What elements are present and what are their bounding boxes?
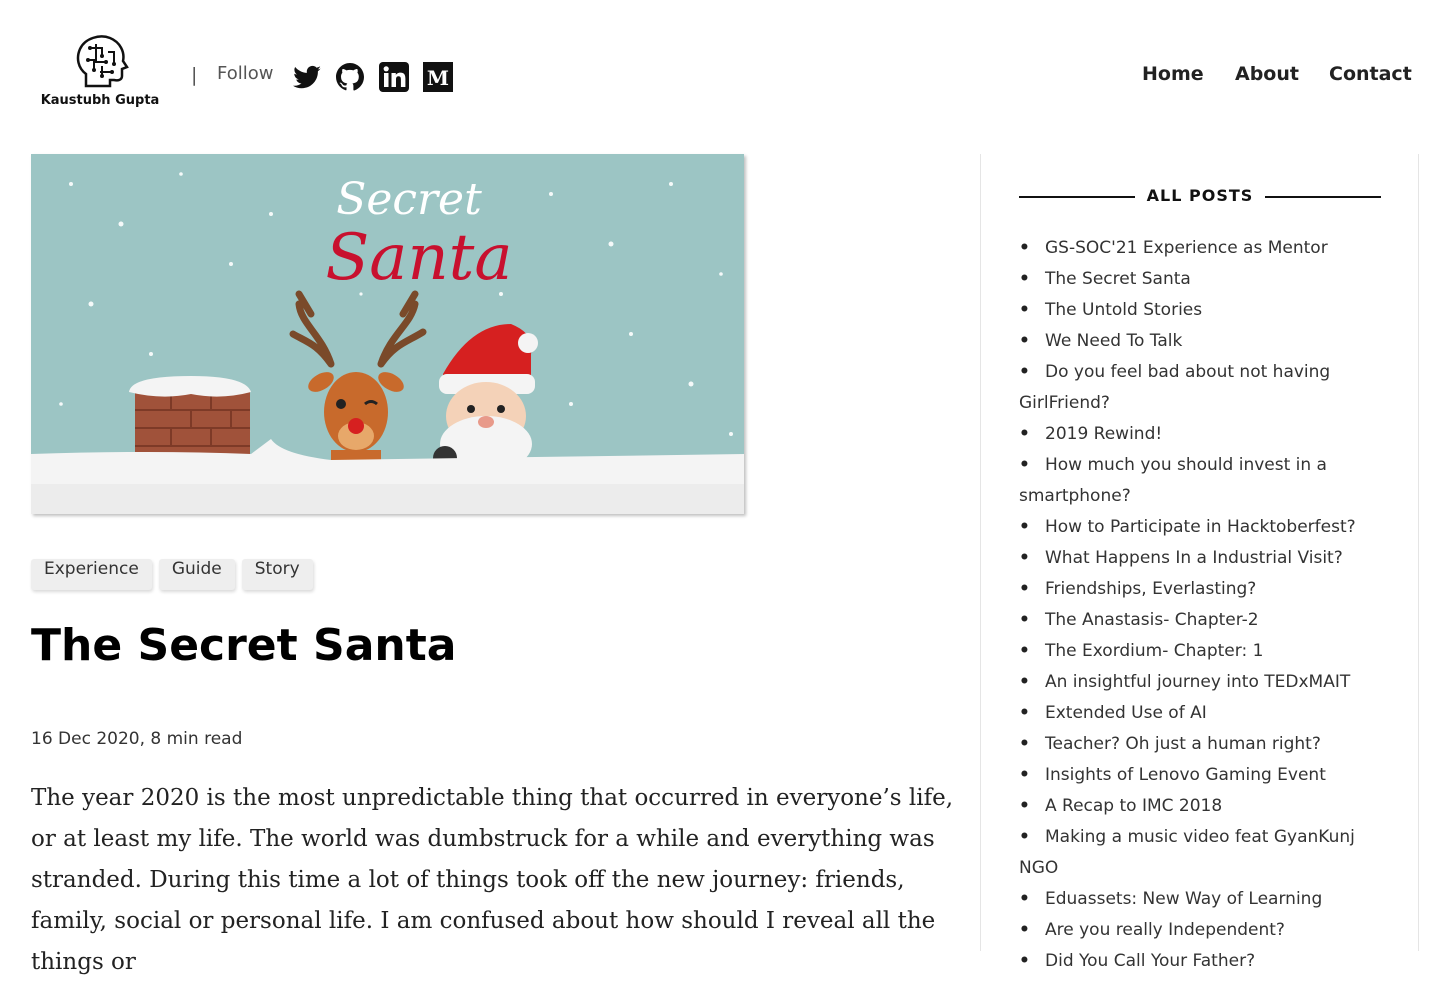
article-title: The Secret Santa [31,620,457,671]
hero-title-line2: Santa [325,221,512,295]
post-title: Are you really Independent? [1045,920,1285,940]
post-title: The Untold Stories [1045,300,1203,320]
post-title: Eduassets: New Way of Learning [1045,889,1323,909]
post-title: How to Participate in Hacktoberfest? [1045,517,1356,537]
post-title: Did You Call Your Father? [1045,951,1256,971]
post-link[interactable]: • Do you feel bad about not having GirlFr… [1019,357,1389,419]
sidebar-heading: ALL POSTS [1019,184,1381,210]
bullet-icon: • [1019,300,1030,320]
bullet-icon: • [1019,238,1030,258]
bullet-icon: • [1019,796,1030,816]
post-link[interactable]: • Friendships, Everlasting? [1019,574,1389,605]
post-link[interactable]: • A Recap to IMC 2018 [1019,791,1389,822]
follow-label: Follow [217,63,274,84]
post-link[interactable]: • The Untold Stories [1019,295,1389,326]
bullet-icon: • [1019,579,1030,599]
post-title: Do you feel bad about not having GirlFri… [1019,362,1331,413]
post-list: • GS-SOC'21 Experience as Mentor • The Secr… [1019,233,1389,977]
post-link[interactable]: • 2019 Rewind! [1019,419,1389,450]
bullet-icon: • [1019,424,1030,444]
post-link[interactable]: • The Anastasis- Chapter-2 [1019,605,1389,636]
post-title: GS-SOC'21 Experience as Mentor [1045,238,1328,258]
bullet-icon: • [1019,734,1030,754]
svg-text:M: M [427,66,449,90]
post-title: How much you should invest in a smartpho… [1019,455,1327,506]
tag-guide[interactable]: Guide [158,559,235,590]
nav-home[interactable]: Home [1142,63,1204,85]
post-link[interactable]: • Eduassets: New Way of Learning [1019,884,1389,915]
github-icon[interactable] [334,61,366,93]
post-link[interactable]: • Teacher? Oh just a human right? [1019,729,1389,760]
post-title: Teacher? Oh just a human right? [1045,734,1321,754]
brand-name: Kaustubh Gupta [40,93,160,108]
post-title: The Anastasis- Chapter-2 [1045,610,1259,630]
post-link[interactable]: • An insightful journey into TEDxMAIT [1019,667,1389,698]
linkedin-icon[interactable] [378,61,410,93]
post-title: Friendships, Everlasting? [1045,579,1257,599]
article-meta: 16 Dec 2020, 8 min read [31,729,243,749]
bullet-icon: • [1019,548,1030,568]
nav-contact[interactable]: Contact [1329,63,1412,85]
post-link[interactable]: • Insights of Lenovo Gaming Event [1019,760,1389,791]
post-link[interactable]: • The Secret Santa [1019,264,1389,295]
article-body: The year 2020 is the most unpredictable … [31,785,954,975]
site-logo[interactable]: Kaustubh Gupta [38,34,162,114]
sidebar: ALL POSTS • GS-SOC'21 Experience as Mento… [980,154,1419,971]
circuit-head-icon [76,35,129,88]
post-link[interactable]: • Are you really Independent? [1019,915,1389,946]
bullet-icon: • [1019,269,1030,289]
post-link[interactable]: • What Happens In a Industrial Visit? [1019,543,1389,574]
bullet-icon: • [1019,331,1030,351]
post-title: An insightful journey into TEDxMAIT [1045,672,1351,692]
tag-story[interactable]: Story [241,559,313,590]
tag-experience[interactable]: Experience [31,559,152,590]
bullet-icon: • [1019,455,1030,475]
post-link[interactable]: • How to Participate in Hacktoberfest? [1019,512,1389,543]
post-title: The Exordium- Chapter: 1 [1045,641,1264,661]
post-link[interactable]: • We Need To Talk [1019,326,1389,357]
bullet-icon: • [1019,610,1030,630]
hero-image: Secret Santa [31,154,744,514]
post-title: Making a music video feat GyanKunj NGO [1019,827,1355,878]
post-title: The Secret Santa [1045,269,1191,289]
header-separator: | [191,64,198,86]
post-title: What Happens In a Industrial Visit? [1045,548,1343,568]
post-link[interactable]: • GS-SOC'21 Experience as Mentor [1019,233,1389,264]
bullet-icon: • [1019,920,1030,940]
nav-about[interactable]: About [1235,63,1299,85]
post-title: Extended Use of AI [1045,703,1207,723]
post-title: A Recap to IMC 2018 [1045,796,1223,816]
heading-rule-right [1265,196,1381,198]
bullet-icon: • [1019,889,1030,909]
post-title: 2019 Rewind! [1045,424,1163,444]
post-link[interactable]: • Extended Use of AI [1019,698,1389,729]
hero-title-line1: Secret [336,174,482,225]
post-link[interactable]: • How much you should invest in a smartph… [1019,450,1389,512]
bullet-icon: • [1019,641,1030,661]
bullet-icon: • [1019,672,1030,692]
bullet-icon: • [1019,703,1030,723]
twitter-icon[interactable] [291,61,323,93]
bullet-icon: • [1019,827,1030,847]
bullet-icon: • [1019,517,1030,537]
bullet-icon: • [1019,765,1030,785]
medium-icon[interactable]: M [422,61,454,93]
post-link[interactable]: • Making a music video feat GyanKunj NGO [1019,822,1389,884]
post-link[interactable]: • The Exordium- Chapter: 1 [1019,636,1389,667]
tag-list: Experience Guide Story [31,559,313,590]
bullet-icon: • [1019,362,1030,382]
post-title: We Need To Talk [1045,331,1183,351]
post-title: Insights of Lenovo Gaming Event [1045,765,1326,785]
